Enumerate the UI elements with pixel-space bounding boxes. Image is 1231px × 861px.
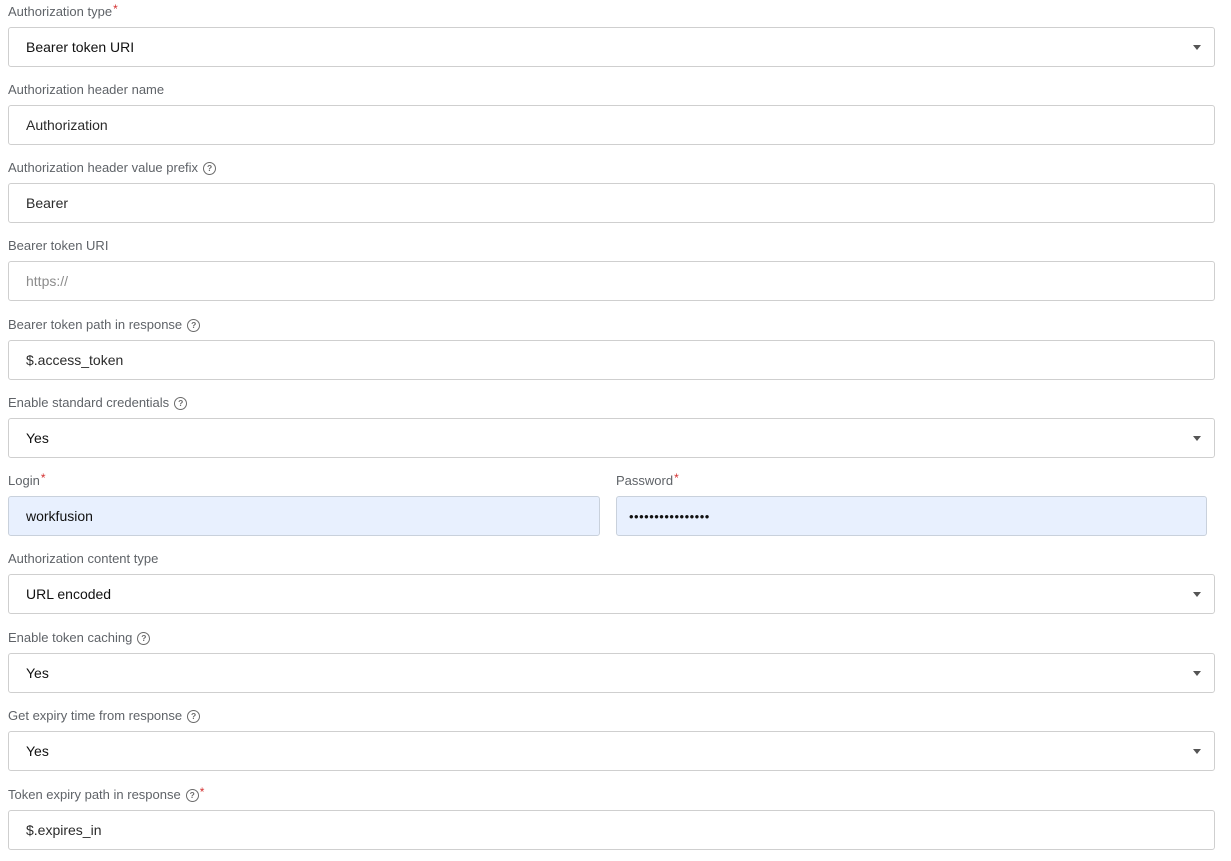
caret-down-icon xyxy=(1193,436,1201,441)
question-circle-icon[interactable]: ? xyxy=(187,709,201,723)
header-name-input[interactable]: Authorization xyxy=(8,105,1215,145)
login-label-text: Login xyxy=(8,473,40,488)
token-uri-placeholder: https:// xyxy=(26,273,69,289)
token-path-value: $.access_token xyxy=(26,352,124,368)
std-creds-label-text: Enable standard credentials xyxy=(8,395,170,410)
header-name-label-text: Authorization header name xyxy=(8,82,165,97)
token-path-label-text: Bearer token path in response xyxy=(8,317,183,332)
token-caching-label-text: Enable token caching xyxy=(8,630,133,645)
token-uri-label-text: Bearer token URI xyxy=(8,238,109,253)
token-path-label: Bearer token path in response? xyxy=(8,317,201,333)
expiry-from-response-label: Get expiry time from response? xyxy=(8,708,201,724)
password-label: Password * xyxy=(616,471,679,489)
auth-type-value: Bearer token URI xyxy=(26,39,135,55)
login-input[interactable]: workfusion xyxy=(8,496,600,536)
required-marker: * xyxy=(674,471,679,485)
auth-type-label: Authorization type * xyxy=(8,2,118,20)
expiry-path-value: $.expires_in xyxy=(26,822,102,838)
expiry-path-label: Token expiry path in response? * xyxy=(8,785,205,803)
token-uri-input[interactable]: https:// xyxy=(8,261,1215,301)
token-caching-label: Enable token caching? xyxy=(8,630,151,646)
token-caching-select[interactable]: Yes xyxy=(8,653,1215,693)
token-path-input[interactable]: $.access_token xyxy=(8,340,1215,380)
header-name-label: Authorization header name xyxy=(8,82,164,98)
question-circle-icon[interactable]: ? xyxy=(185,788,199,802)
caret-down-icon xyxy=(1193,592,1201,597)
caret-down-icon xyxy=(1193,45,1201,50)
password-label-text: Password xyxy=(616,473,674,488)
login-value: workfusion xyxy=(26,508,93,524)
token-caching-value: Yes xyxy=(26,665,49,681)
expiry-path-input[interactable]: $.expires_in xyxy=(8,810,1215,850)
header-name-value: Authorization xyxy=(26,117,108,133)
header-prefix-label: Authorization header value prefix? xyxy=(8,160,217,176)
expiry-from-response-label-text: Get expiry time from response xyxy=(8,708,183,723)
std-creds-label: Enable standard credentials? xyxy=(8,395,188,411)
question-circle-icon[interactable]: ? xyxy=(137,631,151,645)
required-marker: * xyxy=(40,471,46,485)
required-marker: * xyxy=(113,2,118,16)
question-circle-icon[interactable]: ? xyxy=(187,318,201,332)
expiry-path-label-text: Token expiry path in response xyxy=(8,787,181,802)
caret-down-icon xyxy=(1193,749,1201,754)
std-creds-value: Yes xyxy=(26,430,49,446)
header-prefix-input[interactable]: Bearer xyxy=(8,183,1215,223)
std-creds-select[interactable]: Yes xyxy=(8,418,1215,458)
auth-settings-form: Authorization type * Bearer token URI Aut… xyxy=(0,0,1231,861)
auth-type-select[interactable]: Bearer token URI xyxy=(8,27,1215,67)
token-uri-label: Bearer token URI xyxy=(8,238,108,254)
expiry-from-response-select[interactable]: Yes xyxy=(8,731,1215,771)
login-label: Login * xyxy=(8,471,46,489)
question-circle-icon[interactable]: ? xyxy=(174,396,188,410)
caret-down-icon xyxy=(1193,671,1201,676)
required-marker: * xyxy=(199,785,205,799)
question-circle-icon[interactable]: ? xyxy=(203,161,217,175)
password-input[interactable]: •••••••••••••••• xyxy=(616,496,1207,536)
content-type-value: URL encoded xyxy=(26,586,112,602)
header-prefix-value: Bearer xyxy=(26,195,69,211)
expiry-from-response-value: Yes xyxy=(26,743,49,759)
auth-type-label-text: Authorization type xyxy=(8,4,113,19)
content-type-label-text: Authorization content type xyxy=(8,551,159,566)
content-type-select[interactable]: URL encoded xyxy=(8,574,1215,614)
header-prefix-label-text: Authorization header value prefix xyxy=(8,160,199,175)
password-value: •••••••••••••••• xyxy=(629,508,710,524)
content-type-label: Authorization content type xyxy=(8,551,158,567)
